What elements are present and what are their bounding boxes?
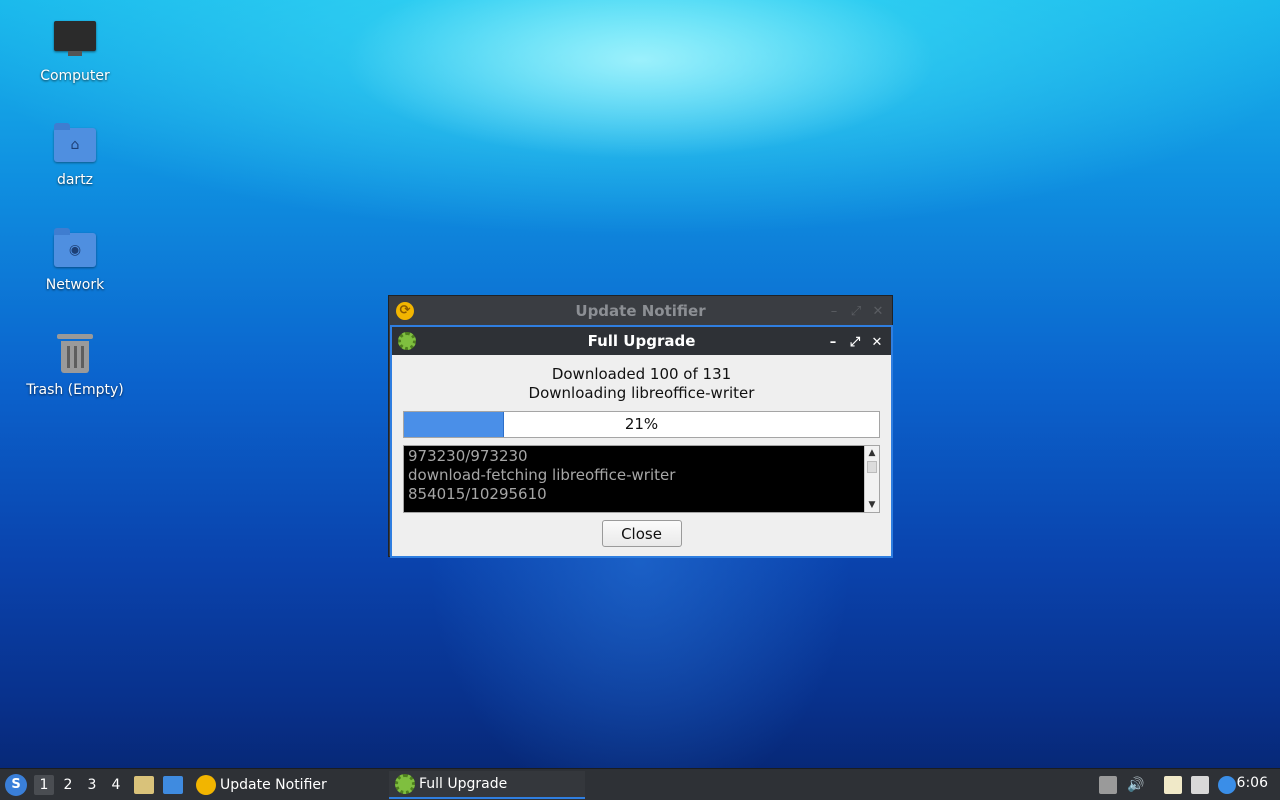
- close-icon[interactable]: ✕: [871, 335, 883, 350]
- full-upgrade-titlebar[interactable]: Full Upgrade – ⤢ ✕: [392, 327, 891, 355]
- desktop-icon-trash[interactable]: Trash (Empty): [20, 332, 130, 398]
- desktop-icon-label: Trash (Empty): [26, 382, 124, 398]
- home-folder-icon: ⌂: [53, 122, 97, 166]
- task-label: Update Notifier: [220, 777, 327, 793]
- trash-icon: [53, 332, 97, 376]
- desktop-icon-label: dartz: [56, 172, 94, 188]
- maximize-icon[interactable]: ⤢: [850, 304, 862, 319]
- desktop-icon-label: Network: [45, 277, 105, 293]
- desktop-icon-label: Computer: [40, 68, 110, 84]
- desktop-icon-home[interactable]: ⌂ dartz: [20, 122, 130, 188]
- full-upgrade-dialog: Full Upgrade – ⤢ ✕ Downloaded 100 of 131…: [390, 325, 893, 558]
- workspace-1[interactable]: 1: [34, 775, 54, 795]
- volume-icon[interactable]: 🔊: [1127, 776, 1145, 794]
- update-notifier-titlebar[interactable]: ⟳ Update Notifier – ⤢ ✕: [389, 296, 892, 326]
- window-title: Update Notifier: [575, 302, 706, 320]
- start-menu-icon[interactable]: S: [5, 774, 27, 796]
- clipboard-icon[interactable]: [1164, 776, 1182, 794]
- workspace-3[interactable]: 3: [82, 775, 102, 795]
- terminal-line: 973230/973230: [408, 447, 528, 465]
- workspace-4[interactable]: 4: [106, 775, 126, 795]
- scroll-down-icon[interactable]: ▼: [865, 498, 879, 512]
- terminal-scrollbar[interactable]: ▲ ▼: [864, 446, 879, 512]
- scrollbar-thumb[interactable]: [867, 461, 877, 473]
- network-folder-icon: ◉: [53, 227, 97, 271]
- task-label: Full Upgrade: [419, 776, 508, 792]
- minimize-icon[interactable]: –: [827, 335, 839, 350]
- file-manager-icon[interactable]: [134, 776, 154, 794]
- download-count-text: Downloaded 100 of 131: [551, 365, 732, 383]
- maximize-icon[interactable]: ⤢: [849, 335, 861, 350]
- taskbar: S 1 2 3 4 Update Notifier Full Upgrade 🔊…: [0, 768, 1280, 800]
- network-icon[interactable]: [1191, 776, 1209, 794]
- minimize-icon[interactable]: –: [828, 304, 840, 319]
- close-icon[interactable]: ✕: [872, 304, 884, 319]
- workspace-2[interactable]: 2: [58, 775, 78, 795]
- terminal-output: 973230/973230 download-fetching libreoff…: [403, 445, 880, 513]
- task-full-upgrade[interactable]: Full Upgrade: [389, 771, 585, 799]
- update-notifier-icon: [196, 775, 216, 795]
- dialog-title: Full Upgrade: [587, 332, 696, 350]
- terminal-line: 854015/10295610: [408, 485, 547, 503]
- desktop-icon-network[interactable]: ◉ Network: [20, 227, 130, 293]
- close-button[interactable]: Close: [601, 520, 682, 547]
- clock[interactable]: 6:06: [1237, 775, 1268, 791]
- gear-icon: [395, 774, 415, 794]
- desktop-icon-computer[interactable]: Computer: [20, 18, 130, 84]
- downloading-package-text: Downloading libreoffice-writer: [528, 384, 755, 402]
- terminal-line: download-fetching libreoffice-writer: [408, 466, 676, 484]
- task-update-notifier[interactable]: Update Notifier: [190, 771, 384, 799]
- show-desktop-icon[interactable]: [163, 776, 183, 794]
- scroll-up-icon[interactable]: ▲: [865, 446, 879, 460]
- progress-percent: 21%: [624, 415, 659, 433]
- update-available-icon[interactable]: [1218, 776, 1236, 794]
- progress-bar: 21%: [403, 411, 880, 438]
- computer-icon: [53, 18, 97, 62]
- eject-icon[interactable]: [1099, 776, 1117, 794]
